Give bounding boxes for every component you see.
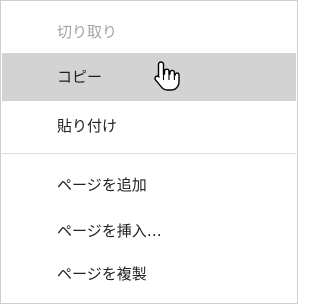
menu-item-paste[interactable]: 貼り付け xyxy=(2,102,296,150)
menu-item-copy[interactable]: コピー xyxy=(2,53,296,101)
context-menu: 切り取り コピー 貼り付け ページを追加 ページを挿入… ページを複製 xyxy=(0,0,298,304)
hand-pointer-icon xyxy=(154,61,180,91)
menu-item-cut: 切り取り xyxy=(57,23,118,41)
menu-item-add-page[interactable]: ページを追加 xyxy=(2,161,296,209)
menu-item-duplicate-page[interactable]: ページを複製 xyxy=(2,250,296,298)
menu-separator xyxy=(2,153,296,154)
menu-item-insert-page[interactable]: ページを挿入… xyxy=(2,207,296,255)
